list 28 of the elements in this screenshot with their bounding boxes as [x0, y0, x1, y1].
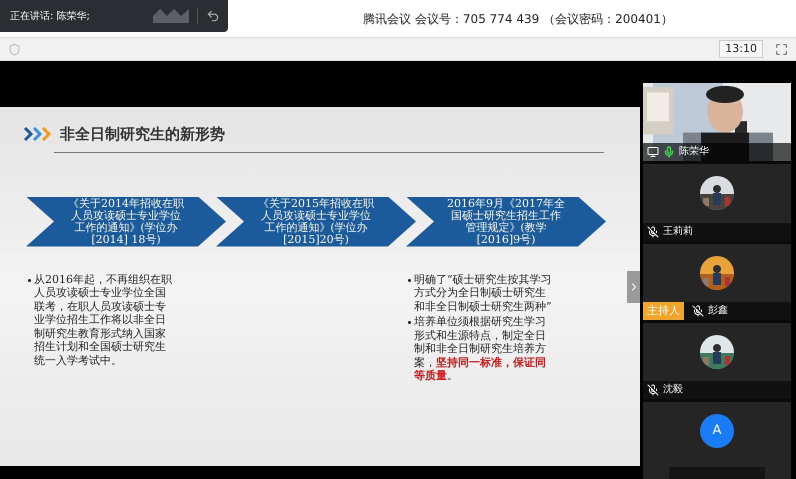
bullet-icon — [408, 278, 411, 282]
initial-avatar: A — [700, 414, 734, 448]
host-badge: 主持人 — [643, 302, 684, 320]
participant-name: 沈毅 — [663, 385, 683, 396]
fullscreen-icon[interactable] — [775, 42, 788, 56]
chevron-banner: 《关于2015年招收在职人员攻读硕士专业学位工作的通知》(学位办[2015]20号) — [216, 196, 416, 246]
participant-tile[interactable]: 王莉莉 — [643, 164, 791, 241]
participant-tile[interactable]: 沈毅 — [643, 322, 791, 400]
participant-tile[interactable]: 主持人 彭鑫 — [643, 244, 791, 320]
undo-icon[interactable] — [206, 9, 220, 23]
clock: 13:10 — [719, 40, 763, 58]
chevrons-icon — [24, 127, 52, 142]
bullet-icon — [28, 278, 31, 282]
participant-name: 陈荣华 — [679, 147, 709, 158]
bullet-text: 明确了“硕士研究生按其学习方式分为全日制硕士研究生和非全日制硕士研究生两种” — [414, 272, 553, 313]
video-tile[interactable]: 陈荣华 — [643, 83, 791, 162]
speaking-label: 正在讲话: 陈荣华; — [10, 10, 90, 24]
meeting-title: 腾讯会议 会议号：705 774 439 （会议密码：200401） — [363, 10, 673, 28]
chevron-banner: 《关于2014年招收在职人员攻读硕士专业学位工作的通知》(学位办[2014] 18号) — [26, 196, 226, 246]
logo-icon — [153, 9, 189, 23]
participant-name: 王莉莉 — [663, 226, 693, 237]
bullet-text: 从2016年起，不再组织在职人员攻读硕士专业学位全国联考，在职人员攻读硕士专业学位招生工作将以非全日制研究生教育形式纳入国家招生计划和全国硕士研究生统一入学考试中。 — [34, 272, 173, 367]
bullet-text: 培养单位须根据研究生学习形式和生源特点，制定全日制和非全日制研究生培养方案，坚持同一标准，保证同等质量。 — [414, 315, 547, 382]
bullet-icon — [408, 321, 411, 324]
participant-tile[interactable]: A — [643, 402, 791, 479]
participant-name: 彭鑫 — [708, 306, 728, 316]
chevron-banner: 2016年9月《2017年全国硕士研究生招生工作管理规定》(教学[2016]9号) — [406, 196, 606, 246]
slide-title: 非全日制研究生的新形势 — [60, 124, 225, 145]
